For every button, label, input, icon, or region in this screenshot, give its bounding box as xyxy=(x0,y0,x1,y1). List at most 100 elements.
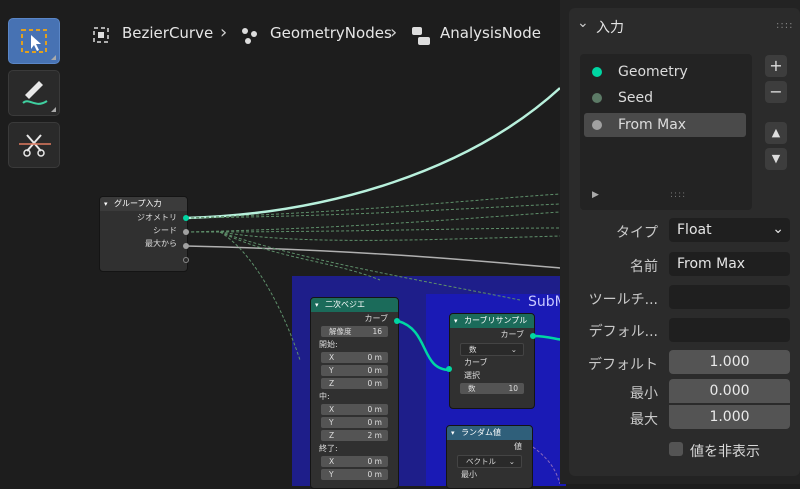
add-socket-button[interactable]: + xyxy=(765,55,787,77)
collapse-chevron-icon[interactable]: ▾ xyxy=(451,426,455,440)
resample-curve-node[interactable]: ▾ カーブリサンプル カーブ 数 ⌄ カーブ 選択 数 10 xyxy=(449,313,535,409)
socket-item-geometry[interactable]: Geometry xyxy=(584,60,746,84)
collapse-chevron-icon[interactable]: ▾ xyxy=(315,298,319,312)
node-title: ランダム値 xyxy=(461,428,501,437)
breadcrumb-modifier: GeometryNodes xyxy=(270,24,392,42)
list-resize-handle-icon[interactable]: :::: xyxy=(670,190,686,200)
start-y-field[interactable]: Y0 m xyxy=(321,365,388,376)
drag-handle-icon[interactable]: :::: xyxy=(776,20,793,31)
chevron-down-icon: ⌄ xyxy=(508,457,515,466)
type-label: タイプ xyxy=(616,225,658,241)
mid-y-field[interactable]: Y0 m xyxy=(321,417,388,428)
breadcrumb-separator: › xyxy=(390,22,398,43)
input-curve: カーブ xyxy=(464,358,488,367)
mid-z-field[interactable]: Z2 m xyxy=(321,430,388,441)
seed-down-link-3 xyxy=(219,231,521,301)
breadcrumb-node-group: AnalysisNode xyxy=(440,24,541,42)
resolution-field[interactable]: 解像度 16 xyxy=(321,326,388,337)
default-value-field[interactable]: 1.000 xyxy=(669,350,790,374)
object-icon xyxy=(93,27,109,43)
name-input[interactable]: From Max xyxy=(669,252,790,276)
chevron-down-icon: ⌄ xyxy=(772,221,784,237)
hide-value-checkbox[interactable] xyxy=(669,442,683,456)
curve-output-socket[interactable] xyxy=(530,333,536,339)
chevron-down-icon: ⌄ xyxy=(510,345,517,354)
cut-links-tool[interactable] xyxy=(8,122,60,168)
panel-header[interactable]: 入力 xyxy=(596,17,624,37)
max-label: 最大 xyxy=(630,412,658,428)
select-box-tool[interactable] xyxy=(8,18,60,64)
tooltip-label: ツールチ... xyxy=(588,292,658,308)
curve-link xyxy=(397,319,451,372)
breadcrumb-separator: › xyxy=(220,22,228,43)
output-value: 値 xyxy=(514,442,522,451)
seed-socket[interactable] xyxy=(183,229,189,235)
tool-corner-indicator xyxy=(51,107,56,112)
geometry-link xyxy=(185,87,561,220)
output-curve: カーブ xyxy=(364,314,388,323)
output-from-max: 最大から xyxy=(145,239,177,248)
node-header[interactable]: ▾ カーブリサンプル xyxy=(450,314,534,328)
socket-dot-icon xyxy=(592,67,602,77)
count-field[interactable]: 数 10 xyxy=(460,383,524,394)
socket-dot-icon xyxy=(592,120,602,130)
group-input-node[interactable]: ▾ グループ入力 ジオメトリ シード 最大から xyxy=(99,196,188,272)
hide-value-label: 値を非表示 xyxy=(690,444,760,460)
start-z-field[interactable]: Z0 m xyxy=(321,378,388,389)
breadcrumb-object: BezierCurve xyxy=(122,24,214,42)
end-y-field[interactable]: Y0 m xyxy=(321,469,388,480)
node-header[interactable]: ▾ 二次ベジエ xyxy=(311,298,398,312)
name-label: 名前 xyxy=(630,259,658,275)
min-label: 最小 xyxy=(630,386,658,402)
curve-output-socket[interactable] xyxy=(394,318,400,324)
min-value-field[interactable]: 0.000 xyxy=(669,379,790,403)
remove-socket-button[interactable]: − xyxy=(765,81,787,103)
list-expand-icon[interactable]: ▶ xyxy=(592,190,599,200)
node-header[interactable]: ▾ グループ入力 xyxy=(100,197,187,211)
start-label: 開始: xyxy=(319,340,338,349)
input-selection: 選択 xyxy=(464,371,480,380)
default-attribute-input[interactable] xyxy=(669,318,790,342)
socket-item-from-max[interactable]: From Max xyxy=(584,113,746,137)
type-dropdown[interactable]: Float ⌄ xyxy=(669,218,790,242)
default-attribute-label: デフォル... xyxy=(588,324,658,340)
collapse-chevron-icon[interactable]: ▾ xyxy=(104,197,108,211)
node-title: 二次ベジエ xyxy=(325,300,365,309)
input-min: 最小 xyxy=(461,470,477,479)
output-seed: シード xyxy=(153,226,177,235)
collapse-chevron-icon[interactable]: ▾ xyxy=(454,314,458,328)
annotate-pencil-icon xyxy=(22,81,48,105)
modifier-icon xyxy=(242,28,257,44)
tooltip-input[interactable] xyxy=(669,285,790,309)
geometry-socket[interactable] xyxy=(183,215,189,221)
seed-link-3 xyxy=(219,231,561,241)
quadratic-bezier-node[interactable]: ▾ 二次ベジエ カーブ 解像度 16 開始: X0 m Y0 m Z0 m 中: … xyxy=(310,297,399,489)
random-link xyxy=(532,446,561,484)
max-value-field[interactable]: 1.000 xyxy=(669,405,790,429)
curve-input-socket[interactable] xyxy=(446,366,452,372)
mode-dropdown[interactable]: 数 ⌄ xyxy=(460,343,524,356)
move-up-button[interactable]: ▲ xyxy=(765,122,787,144)
socket-dot-icon xyxy=(592,93,602,103)
mid-x-field[interactable]: X0 m xyxy=(321,404,388,415)
node-group-icon xyxy=(412,27,430,45)
socket-item-seed[interactable]: Seed xyxy=(584,86,746,110)
empty-socket[interactable] xyxy=(183,257,189,263)
node-title: グループ入力 xyxy=(114,199,162,208)
select-box-icon xyxy=(21,29,47,53)
output-geometry: ジオメトリ xyxy=(137,213,177,222)
move-down-button[interactable]: ▼ xyxy=(765,148,787,170)
node-header[interactable]: ▾ ランダム値 xyxy=(447,426,532,440)
from-max-link xyxy=(185,245,561,269)
mid-label: 中: xyxy=(319,392,330,401)
from-max-socket[interactable] xyxy=(183,243,189,249)
random-value-node[interactable]: ▾ ランダム値 値 ベクトル ⌄ 最小 xyxy=(446,425,533,489)
annotate-tool[interactable] xyxy=(8,70,60,116)
seed-down-link-1 xyxy=(219,231,301,361)
end-label: 終了: xyxy=(319,444,338,453)
tool-corner-indicator xyxy=(51,55,56,60)
start-x-field[interactable]: X0 m xyxy=(321,352,388,363)
end-x-field[interactable]: X0 m xyxy=(321,456,388,467)
panel-collapse-chevron-icon[interactable]: ⌄ xyxy=(577,15,589,31)
type-dropdown[interactable]: ベクトル ⌄ xyxy=(457,455,522,468)
